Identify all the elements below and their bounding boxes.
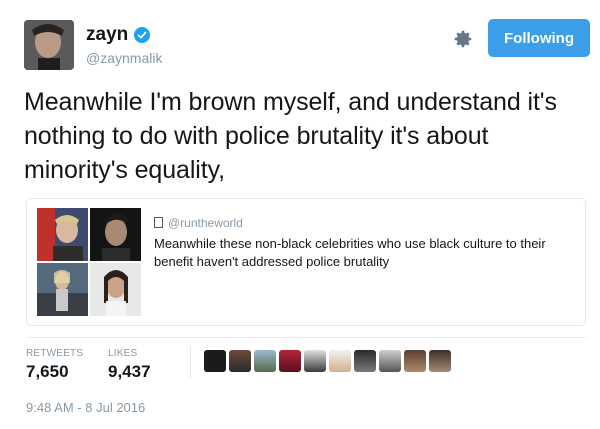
- quoted-tweet-media[interactable]: [37, 208, 141, 316]
- liker-avatar[interactable]: [329, 350, 351, 372]
- gear-icon[interactable]: [452, 28, 474, 50]
- quoted-tweet-handle[interactable]: @runtheworld: [154, 216, 243, 230]
- likes-label[interactable]: LIKES: [108, 348, 137, 359]
- quoted-photo-3[interactable]: [37, 263, 88, 316]
- liker-avatar[interactable]: [229, 350, 251, 372]
- quoted-tweet[interactable]: @runtheworld Meanwhile these non-black c…: [26, 198, 586, 326]
- following-button[interactable]: Following: [488, 19, 590, 57]
- verified-badge-icon: [134, 27, 150, 43]
- stats-separator: [190, 346, 191, 378]
- liker-avatar[interactable]: [429, 350, 451, 372]
- retweets-label[interactable]: RETWEETS: [26, 348, 83, 359]
- quoted-handle-text: @runtheworld: [168, 216, 243, 230]
- quoted-photo-2[interactable]: [90, 208, 141, 261]
- liker-avatar[interactable]: [304, 350, 326, 372]
- liker-avatar[interactable]: [354, 350, 376, 372]
- liker-avatar[interactable]: [379, 350, 401, 372]
- liker-avatar[interactable]: [404, 350, 426, 372]
- quoted-tweet-text: Meanwhile these non-black celebrities wh…: [154, 236, 546, 269]
- user-handle[interactable]: @zaynmalik: [86, 50, 162, 66]
- tweet-text: Meanwhile I'm brown myself, and understa…: [24, 88, 557, 184]
- tweet-card: zayn @zaynmalik Following Meanwhile I'm …: [0, 0, 600, 429]
- liker-avatar[interactable]: [204, 350, 226, 372]
- quoted-photo-1[interactable]: [37, 208, 88, 261]
- broken-image-icon: [154, 217, 163, 228]
- divider: [26, 337, 586, 338]
- retweets-count[interactable]: 7,650: [26, 362, 69, 382]
- avatar[interactable]: [24, 20, 74, 70]
- liker-avatar[interactable]: [254, 350, 276, 372]
- quoted-photo-4[interactable]: [90, 263, 141, 316]
- tweet-timestamp[interactable]: 9:48 AM - 8 Jul 2016: [26, 400, 145, 415]
- liker-avatar[interactable]: [279, 350, 301, 372]
- display-name[interactable]: zayn: [86, 24, 128, 46]
- likes-count[interactable]: 9,437: [108, 362, 151, 382]
